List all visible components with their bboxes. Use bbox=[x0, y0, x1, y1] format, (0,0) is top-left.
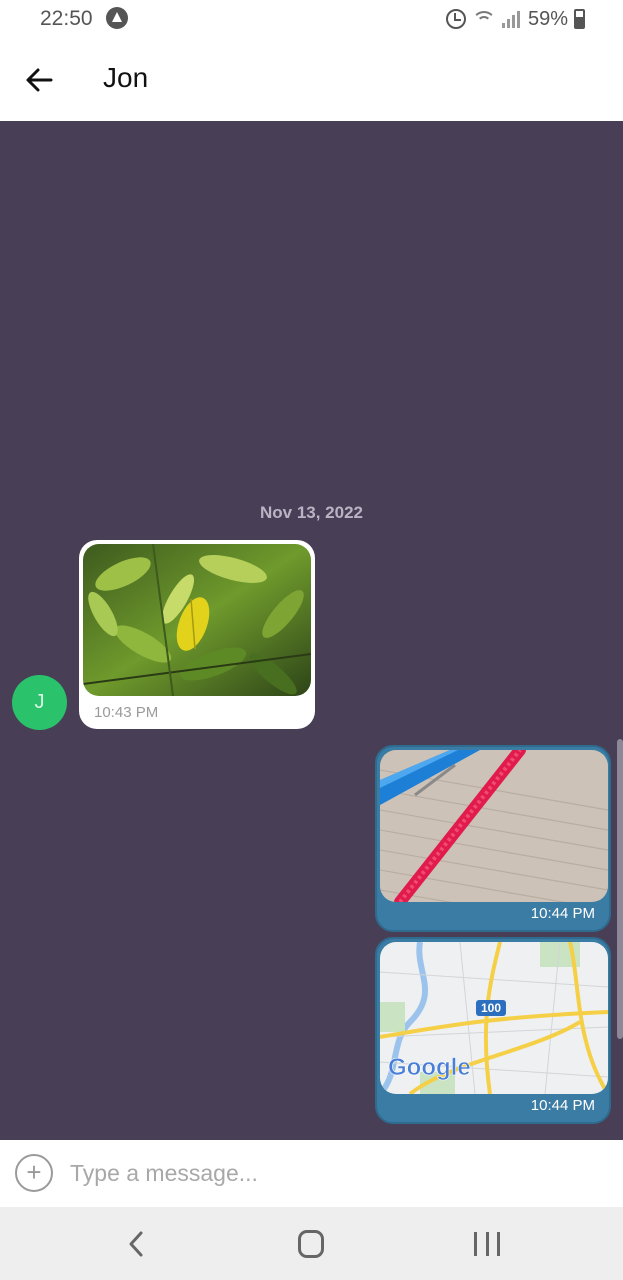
message-image-leaves[interactable] bbox=[83, 544, 311, 696]
arrow-left-icon bbox=[26, 68, 53, 92]
nav-recent-apps-icon[interactable] bbox=[474, 1232, 500, 1256]
app-bar: Jon bbox=[0, 40, 623, 121]
map-snapshot: 100 Google bbox=[380, 942, 608, 1094]
scrollbar[interactable] bbox=[617, 739, 623, 1039]
cable-photo bbox=[380, 750, 608, 902]
message-bubble-incoming[interactable]: 10:43 PM bbox=[79, 540, 315, 729]
app-notification-icon bbox=[106, 7, 128, 29]
status-bar: 22:50 59% bbox=[0, 0, 623, 40]
message-input-bar: + bbox=[0, 1140, 623, 1207]
message-image-cable[interactable] bbox=[380, 750, 608, 902]
map-road-label: 100 bbox=[481, 1001, 501, 1015]
battery-icon bbox=[574, 9, 585, 29]
message-image-map[interactable]: 100 Google bbox=[380, 942, 608, 1094]
leaves-photo bbox=[83, 544, 311, 696]
plus-circle-icon: + bbox=[26, 1157, 42, 1187]
message-input[interactable] bbox=[70, 1153, 600, 1193]
avatar[interactable]: J bbox=[12, 675, 67, 730]
battery-percentage: 59% bbox=[527, 7, 568, 30]
message-bubble-outgoing[interactable]: 10:44 PM bbox=[375, 745, 611, 932]
nav-home-icon[interactable] bbox=[298, 1230, 324, 1258]
status-time: 22:50 bbox=[40, 7, 93, 30]
chat-title: Jon bbox=[103, 62, 149, 93]
nav-back-icon[interactable] bbox=[122, 1229, 152, 1259]
map-logo: Google bbox=[388, 1054, 471, 1081]
status-icons: 59% bbox=[445, 7, 585, 31]
message-time: 10:44 PM bbox=[530, 905, 595, 922]
chat-area[interactable]: Nov 13, 2022 J 10:43 PM 10:44 PM 100 Goo… bbox=[0, 121, 623, 1140]
attach-button[interactable]: + bbox=[15, 1154, 53, 1192]
signal-icon bbox=[501, 10, 522, 28]
message-bubble-outgoing-location[interactable]: 100 Google 10:44 PM bbox=[375, 937, 611, 1124]
back-button[interactable] bbox=[20, 60, 60, 100]
message-time: 10:44 PM bbox=[530, 1097, 595, 1114]
message-time: 10:43 PM bbox=[94, 704, 159, 721]
wifi-icon bbox=[471, 9, 496, 29]
alarm-icon bbox=[445, 9, 466, 29]
date-separator: Nov 13, 2022 bbox=[259, 503, 363, 522]
system-nav-bar bbox=[0, 1207, 623, 1280]
